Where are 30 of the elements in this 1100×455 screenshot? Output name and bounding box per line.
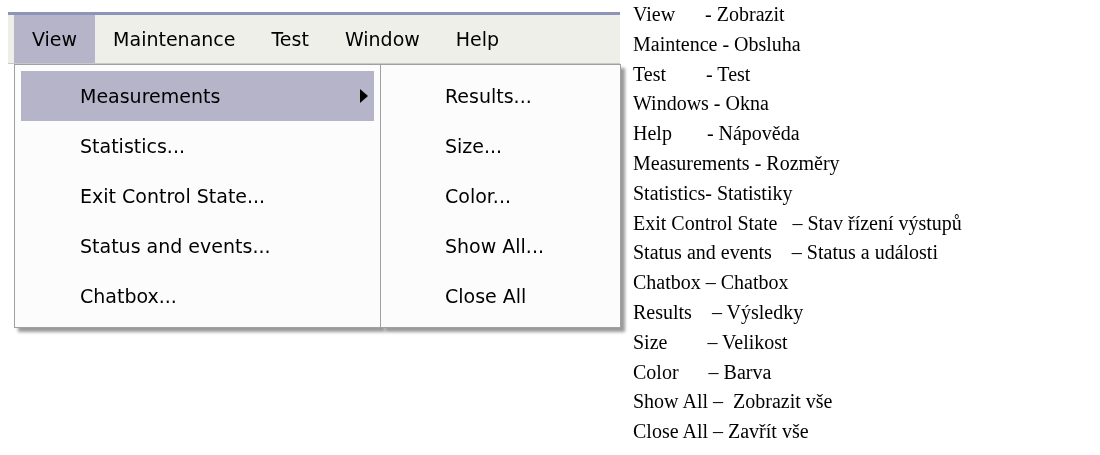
menu-bar-item[interactable]: Window: [326, 15, 438, 63]
menu-item[interactable]: Status and events...: [21, 221, 374, 271]
glossary-line: Results – Výsledky: [633, 299, 805, 326]
submenu-item[interactable]: Color...: [381, 171, 620, 221]
glossary-line: Maintence - Obsluha: [633, 31, 802, 57]
glossary-line: Test - Test: [633, 61, 752, 87]
glossary-line: Close All – Zavřít vše: [633, 419, 810, 445]
submenu-item[interactable]: Show All...: [381, 221, 620, 271]
glossary-line: Color – Barva: [633, 359, 773, 385]
glossary-line: Statistics- Statistiky: [633, 180, 794, 207]
glossary-line: Exit Control State – Stav řízení výstupů: [633, 210, 962, 237]
glossary-line: Chatbox – Chatbox: [633, 270, 790, 296]
submenu-item[interactable]: Results...: [381, 71, 620, 121]
menu-bar-item[interactable]: Maintenance: [95, 15, 254, 63]
menu-item[interactable]: Measurements: [21, 71, 374, 121]
submenu-item[interactable]: Close All: [381, 271, 620, 321]
glossary-line: Show All – Zobrazit vše: [633, 389, 834, 415]
menu-bar-item[interactable]: Help: [437, 15, 518, 63]
submenu-item[interactable]: Size...: [381, 121, 620, 171]
glossary-line: View - Zobrazit: [633, 2, 786, 27]
menu-bar-item[interactable]: Test: [253, 15, 327, 63]
menu-item[interactable]: Statistics...: [21, 121, 374, 171]
glossary-line: Measurements - Rozměry: [633, 151, 841, 177]
glossary-line: Help - Nápověda: [633, 121, 801, 147]
glossary-line: Status and events – Status a události: [633, 240, 939, 266]
glossary-line: Windows - Okna: [633, 91, 770, 117]
menu-item[interactable]: Chatbox...: [21, 271, 374, 321]
glossary-line: Size – Velikost: [633, 329, 789, 355]
menu-bar-item[interactable]: View: [14, 15, 96, 63]
menu-item[interactable]: Exit Control State...: [21, 171, 374, 221]
